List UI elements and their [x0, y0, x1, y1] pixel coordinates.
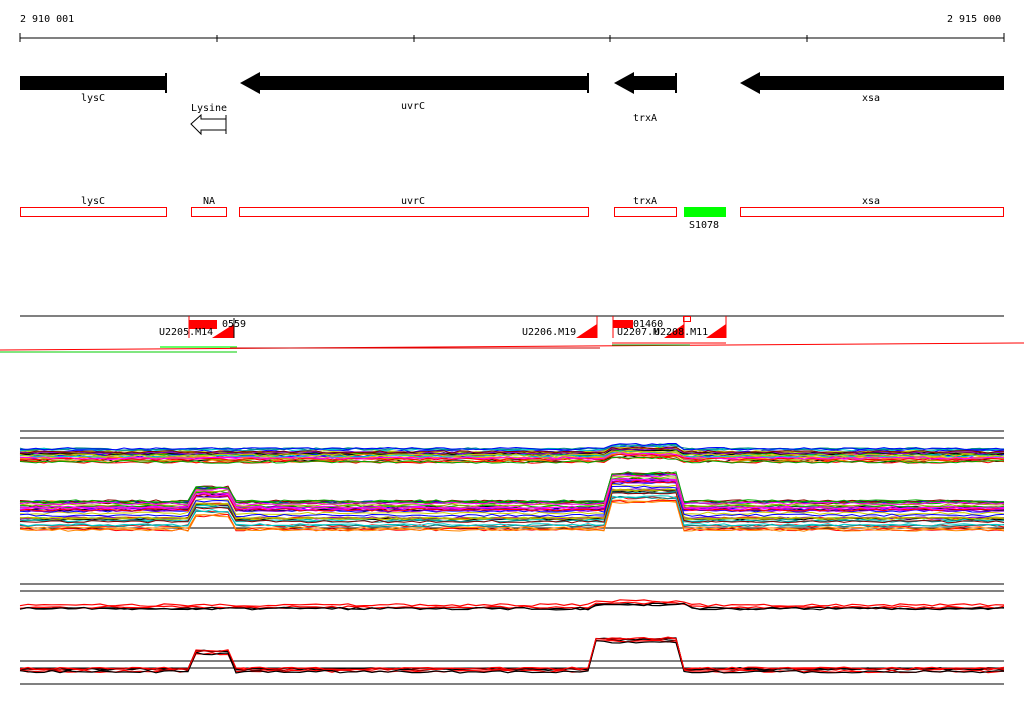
tu-label-0559: 0559: [222, 319, 247, 330]
expression-trace: [19, 472, 1005, 504]
expression-trace: [19, 637, 1005, 671]
panel2-traces: [19, 599, 1005, 674]
feature-label-lysC: lysC: [80, 196, 106, 207]
feature-box-xsa[interactable]: [740, 207, 1004, 217]
expression-panel-2: [19, 583, 1005, 685]
feature-box-uvrC[interactable]: [239, 207, 589, 217]
feature-box-S1078[interactable]: [684, 207, 726, 217]
expression-trace: [19, 472, 1005, 504]
expression-trace: [19, 473, 1005, 505]
expression-trace: [19, 488, 1005, 520]
tu-label-U2205: U2205.M14: [159, 327, 214, 338]
expression-trace: [19, 488, 1005, 520]
gene-uvrC[interactable]: [240, 72, 589, 94]
gene-track: [20, 72, 1004, 136]
expression-trace: [19, 478, 1005, 510]
gene-label-lysC: lysC: [80, 93, 106, 104]
ruler: [19, 33, 1005, 42]
tu-U2206[interactable]: [576, 316, 598, 338]
expression-trace: [19, 478, 1005, 510]
expression-trace: [19, 472, 1005, 505]
expression-trace: [19, 637, 1005, 671]
genome-browser-canvas: [0, 33, 1024, 685]
panel1-traces: [19, 442, 1005, 532]
feature-track: [20, 207, 1004, 217]
riboswitch-lysine[interactable]: [190, 113, 227, 136]
feature-label-uvrC: uvrC: [400, 196, 426, 207]
feature-box-NA[interactable]: [191, 207, 227, 217]
expression-trace: [19, 471, 1005, 503]
expression-trace: [19, 477, 1005, 510]
gene-label-trxA: trxA: [632, 113, 658, 124]
gene-trxA[interactable]: [614, 72, 677, 94]
tu-label-U2206: U2206.M19: [522, 327, 577, 338]
gene-xsa[interactable]: [740, 72, 1004, 94]
feature-box-trxA[interactable]: [614, 207, 677, 217]
gene-label-uvrC: uvrC: [400, 101, 426, 112]
expression-trace: [19, 636, 1005, 671]
gene-lysC[interactable]: [20, 73, 167, 93]
feature-label-S1078: S1078: [688, 220, 720, 231]
feature-label-xsa: xsa: [861, 196, 881, 207]
expression-trace: [19, 488, 1005, 520]
tu-track: [0, 315, 1024, 353]
feature-box-lysC[interactable]: [20, 207, 167, 217]
expression-trace: [19, 471, 1005, 503]
expression-trace: [19, 637, 1005, 672]
expression-trace: [19, 473, 1005, 505]
feature-label-NA: NA: [202, 196, 216, 207]
tu-label-01460: 01460: [633, 319, 664, 330]
expression-panel-1: [19, 430, 1005, 532]
riboswitch-label: Lysine: [190, 103, 228, 114]
expression-trace: [19, 599, 1005, 607]
gene-label-xsa: xsa: [861, 93, 881, 104]
expression-trace: [19, 488, 1005, 520]
feature-label-trxA: trxA: [632, 196, 658, 207]
